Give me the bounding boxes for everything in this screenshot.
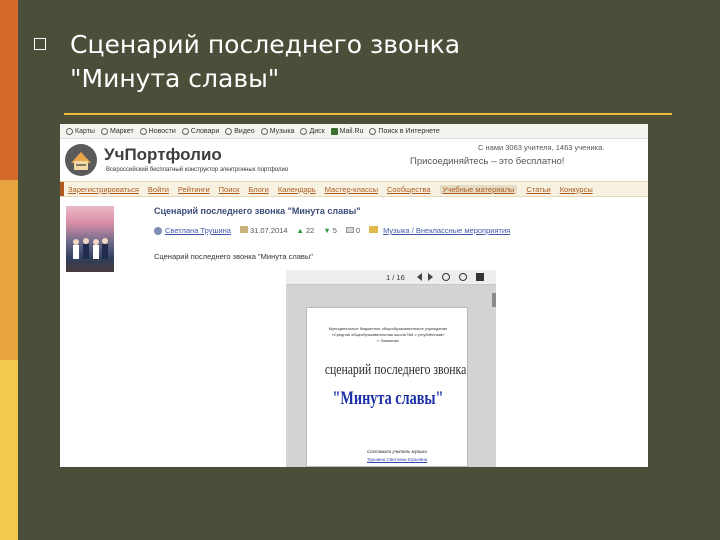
site-logo-text[interactable]: УчПортфолио [104, 145, 222, 165]
slide-title-line2: "Минута славы" [70, 64, 280, 93]
viewer-scrollbar[interactable] [492, 293, 496, 307]
nav-blogs[interactable]: Блоги [248, 185, 268, 194]
prev-page-icon[interactable] [416, 273, 422, 281]
browser-bookmarks-bar: Карты Маркет Новости Словари Видео Музык… [60, 124, 648, 139]
page-indicator: 1 / 16 [386, 272, 405, 282]
doc-header-line1: Муниципальное бюджетное общеобразователь… [328, 326, 448, 331]
slide-title-line1: Сценарий последнего звонка [70, 30, 461, 59]
globe-icon [260, 127, 268, 135]
site-nav: Зарегистрироваться Войти Рейтинги Поиск … [60, 181, 648, 197]
next-page-icon[interactable] [427, 273, 433, 281]
bookmark-market[interactable]: Маркет [100, 127, 134, 135]
nav-communities[interactable]: Сообщества [387, 185, 431, 194]
doc-header-line2: «Средняя общеобразовательная школа №4 с … [331, 332, 445, 337]
document-page: Муниципальное бюджетное общеобразователь… [306, 307, 468, 467]
nav-contests[interactable]: Конкурсы [560, 185, 593, 194]
globe-icon [225, 127, 233, 135]
article-date: 31.07.2014 [249, 226, 288, 235]
doc-header-line3: г. Знаменка [377, 338, 399, 343]
comment-count: 0 [355, 226, 361, 235]
user-icon [154, 226, 162, 235]
doc-title-line2: "Минута славы" [332, 388, 444, 409]
nav-learning-materials[interactable]: Учебные материалы [439, 184, 518, 194]
viewer-toolbar: 1 / 16 [286, 270, 496, 285]
globe-icon [66, 127, 73, 135]
zoom-out-icon[interactable] [458, 273, 467, 281]
mail-icon [330, 127, 338, 135]
nav-master-classes[interactable]: Мастер-классы [325, 185, 378, 194]
nav-login[interactable]: Войти [148, 185, 169, 194]
doc-footer-author-name: Трушина Светлана Юрьевна [367, 457, 428, 462]
votes-up: 22 [305, 226, 315, 235]
accent-stripe-amber [0, 180, 18, 360]
bookmark-video[interactable]: Видео [225, 127, 255, 135]
fullscreen-icon[interactable] [475, 273, 484, 281]
article-thumbnail[interactable] [66, 206, 114, 272]
join-cta[interactable]: Присоединяйтесь – это бесплатно! [410, 156, 564, 167]
bookmark-dictionaries[interactable]: Словари [181, 127, 219, 135]
search-icon [369, 127, 377, 135]
thumbs-up-icon[interactable]: ▲ [297, 226, 304, 235]
nav-accent [60, 182, 64, 196]
globe-icon [181, 127, 189, 135]
zoom-in-icon[interactable] [441, 273, 450, 281]
bookmark-search[interactable]: Поиск в Интернете [369, 127, 440, 135]
doc-title-line1: сценарий последнего звонка [324, 362, 467, 378]
site-header: УчПортфолио Всероссийский бесплатный кон… [60, 139, 648, 181]
bookmark-music[interactable]: Музыка [260, 127, 294, 135]
people-photo-icon [73, 238, 108, 259]
bookmark-mailru[interactable]: Mail.Ru [330, 127, 363, 135]
title-divider [64, 113, 672, 115]
nav-register[interactable]: Зарегистрироваться [68, 185, 139, 194]
accent-stripe-yellow [0, 360, 18, 540]
globe-icon [139, 127, 147, 135]
bookmark-maps[interactable]: Карты [66, 127, 95, 135]
join-stats: С нами 3063 учителя, 1463 ученика. [478, 143, 605, 152]
portfolio-logo-icon[interactable] [64, 143, 98, 177]
comment-icon [345, 227, 354, 233]
folder-icon [369, 226, 379, 233]
article-meta: Светлана Трушина 31.07.2014 ▲ 22 ▼ 5 0 Муз… [154, 226, 510, 235]
bullet-square-icon [34, 38, 46, 50]
votes-down: 5 [332, 226, 337, 235]
article-description: Сценарий последнего звонка "Минута славы… [154, 252, 313, 261]
nav-ratings[interactable]: Рейтинги [178, 185, 210, 194]
bookmark-disk[interactable]: Диск [300, 127, 325, 135]
doc-footer-author-role: Составила учитель музыки [367, 449, 427, 454]
nav-calendar[interactable]: Календарь [278, 185, 316, 194]
nav-articles[interactable]: Статьи [526, 185, 550, 194]
thumbs-down-icon[interactable]: ▼ [323, 226, 330, 235]
author-link[interactable]: Светлана Трушина [165, 226, 231, 235]
bookmark-news[interactable]: Новости [139, 127, 176, 135]
site-logo-subtitle: Всероссийский бесплатный конструктор эле… [106, 167, 289, 173]
article-title[interactable]: Сценарий последнего звонка "Минута славы… [154, 206, 361, 216]
document-viewer: 1 / 16 Муниципальное бюджетное общеобраз… [286, 270, 496, 467]
website-screenshot: Карты Маркет Новости Словари Видео Музык… [60, 124, 648, 467]
slide-title: Сценарий последнего звонка "Минута славы… [70, 28, 460, 96]
calendar-icon [239, 226, 248, 233]
category-link[interactable]: Музыка / Внеклассные мероприятия [383, 226, 510, 235]
nav-search[interactable]: Поиск [219, 185, 240, 194]
accent-stripe-orange [0, 0, 18, 180]
globe-icon [300, 127, 308, 135]
globe-icon [100, 127, 108, 135]
